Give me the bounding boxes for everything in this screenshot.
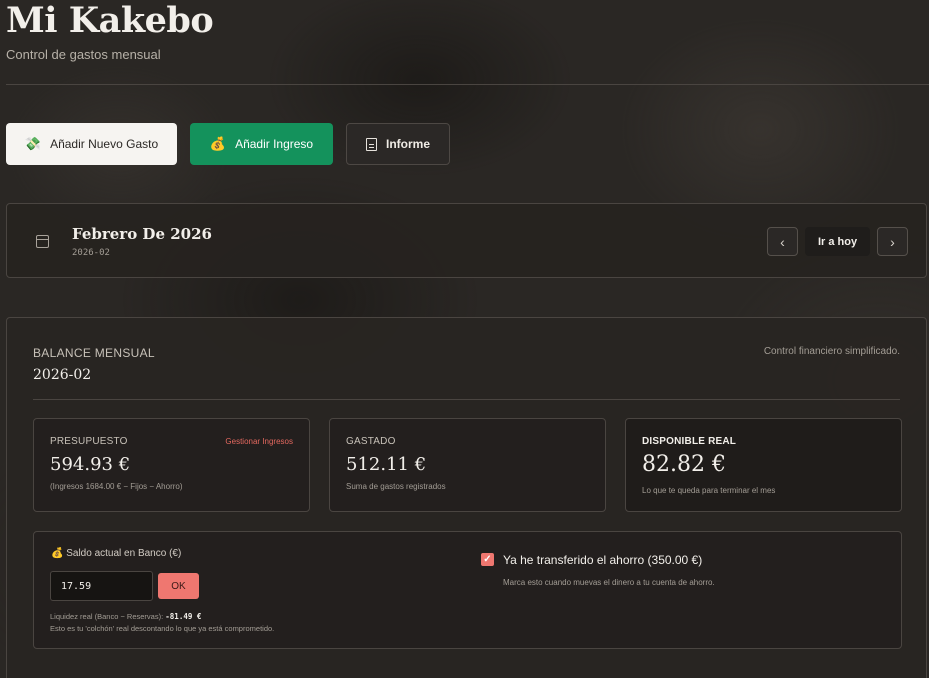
- budget-note: (Ingresos 1684.00 € − Fijos − Ahorro): [50, 482, 183, 491]
- calendar-icon: [36, 235, 49, 248]
- add-expense-label: Añadir Nuevo Gasto: [50, 137, 159, 151]
- bank-balance-input[interactable]: [50, 571, 153, 601]
- bank-balance-label: 💰 Saldo actual en Banco (€): [51, 548, 182, 559]
- spent-label: GASTADO: [346, 436, 396, 447]
- previous-month-button[interactable]: ‹: [767, 227, 798, 256]
- balance-divider: [33, 399, 900, 400]
- savings-transferred-note: Marca esto cuando muevas el dinero a tu …: [503, 578, 715, 587]
- bank-balance-card: 💰 Saldo actual en Banco (€) OK Liquidez …: [33, 531, 902, 649]
- available-value: 82.82 €: [642, 452, 726, 477]
- real-liquidity-note: Esto es tu 'colchón' real descontando lo…: [50, 624, 275, 633]
- header-divider: [6, 84, 929, 85]
- money-bag-icon: 💰: [209, 136, 227, 151]
- real-liquidity: Liquidez real (Banco − Reservas): -81.49…: [50, 612, 201, 621]
- balance-period: 2026-02: [33, 367, 92, 383]
- spent-value: 512.11 €: [346, 454, 427, 475]
- document-icon: [365, 137, 377, 151]
- available-note: Lo que te queda para terminar el mes: [642, 486, 776, 495]
- app-subtitle: Control de gastos mensual: [6, 47, 161, 62]
- month-navigator: Febrero De 2026 2026-02 ‹ Ir a hoy ›: [6, 203, 927, 278]
- real-liquidity-label: Liquidez real (Banco − Reservas):: [50, 612, 164, 621]
- monthly-balance-card: BALANCE MENSUAL 2026-02 Control financie…: [6, 317, 927, 678]
- add-income-label: Añadir Ingreso: [235, 137, 314, 151]
- report-button[interactable]: Informe: [346, 123, 450, 165]
- balance-note: Control financiero simplificado.: [763, 346, 900, 357]
- budget-value: 594.93 €: [50, 454, 131, 475]
- add-income-button[interactable]: 💰 Añadir Ingreso: [190, 123, 333, 165]
- available-label: DISPONIBLE REAL: [642, 436, 737, 447]
- app-title: Mi Kakebo: [6, 0, 214, 41]
- month-title: Febrero De 2026: [72, 225, 212, 243]
- chevron-right-icon: ›: [890, 233, 895, 250]
- month-code: 2026-02: [72, 248, 110, 258]
- savings-transferred-checkbox[interactable]: ✓: [481, 553, 494, 566]
- bank-balance-ok-button[interactable]: OK: [158, 573, 199, 599]
- chevron-left-icon: ‹: [780, 233, 785, 250]
- real-liquidity-value: -81.49 €: [165, 612, 202, 621]
- next-month-button[interactable]: ›: [877, 227, 908, 256]
- report-label: Informe: [385, 137, 430, 151]
- budget-label: PRESUPUESTO: [50, 436, 128, 447]
- money-wings-icon: 💸: [24, 136, 42, 151]
- spent-note: Suma de gastos registrados: [346, 482, 446, 491]
- add-expense-button[interactable]: 💸 Añadir Nuevo Gasto: [6, 123, 177, 165]
- available-stat-card: DISPONIBLE REAL 82.82 € Lo que te queda …: [625, 418, 902, 512]
- manage-income-link[interactable]: Gestionar Ingresos: [225, 437, 293, 446]
- balance-label: BALANCE MENSUAL: [33, 346, 155, 360]
- go-to-today-button[interactable]: Ir a hoy: [805, 227, 870, 256]
- savings-transferred-label[interactable]: Ya he transferido el ahorro (350.00 €): [503, 553, 702, 567]
- budget-stat-card: PRESUPUESTO Gestionar Ingresos 594.93 € …: [33, 418, 310, 512]
- spent-stat-card: GASTADO 512.11 € Suma de gastos registra…: [329, 418, 606, 512]
